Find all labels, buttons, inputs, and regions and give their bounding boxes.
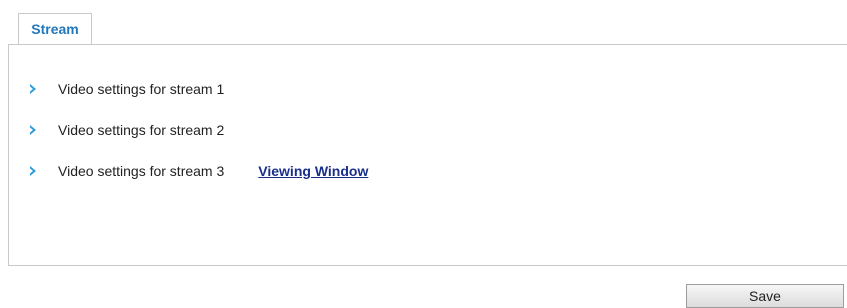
stream-1-settings-row[interactable]: Video settings for stream 1	[28, 79, 224, 99]
stream-2-settings-label[interactable]: Video settings for stream 2	[58, 122, 224, 138]
stream-settings-panel: Video settings for stream 1 Video settin…	[8, 44, 847, 266]
tab-stream-label: Stream	[31, 21, 79, 37]
stream-3-settings-row[interactable]: Video settings for stream 3 Viewing Wind…	[28, 161, 368, 181]
stream-3-settings-label[interactable]: Video settings for stream 3	[58, 163, 224, 179]
stream-2-settings-row[interactable]: Video settings for stream 2	[28, 120, 224, 140]
save-button[interactable]: Save	[686, 284, 844, 308]
chevron-right-icon[interactable]	[28, 83, 38, 95]
chevron-right-icon[interactable]	[28, 165, 38, 177]
tab-stream[interactable]: Stream	[18, 13, 92, 44]
chevron-right-icon[interactable]	[28, 124, 38, 136]
viewing-window-link[interactable]: Viewing Window	[258, 163, 368, 179]
stream-1-settings-label[interactable]: Video settings for stream 1	[58, 81, 224, 97]
